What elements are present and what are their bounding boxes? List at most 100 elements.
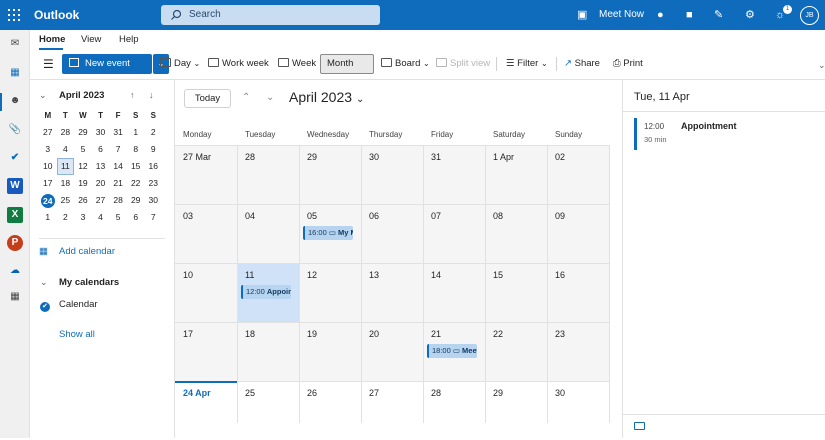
calendar-day-cell[interactable]: 26 [299,382,361,440]
powerpoint-icon[interactable]: P [7,235,23,251]
mini-calendar-day[interactable]: 25 [57,192,75,209]
calendar-day-cell[interactable]: 23 [547,323,609,381]
calendar-day-cell[interactable]: 27 [361,382,423,440]
mini-calendar-day[interactable]: 7 [109,141,127,158]
add-calendar-icon[interactable]: ▦ [39,246,48,257]
meet-now-icon[interactable]: ▣ [577,9,587,21]
word-icon[interactable]: W [7,178,23,194]
my-calendars-chevron-icon[interactable]: ⌄ [40,277,48,288]
ribbon-scroll-chevron-icon[interactable]: ⌄ [818,60,825,74]
calendar-day-cell[interactable]: 22 [485,323,547,381]
tab-help[interactable]: Help [119,34,139,45]
calendar-day-cell[interactable]: 16 [547,264,609,322]
mini-calendar-day[interactable]: 27 [39,124,57,141]
calendar-day-cell[interactable]: 15 [485,264,547,322]
board-button[interactable]: Board ⌄ [381,54,430,74]
share-button[interactable]: ↗ Share [564,54,600,74]
mini-calendar-day[interactable]: 15 [127,158,145,175]
avatar[interactable]: JB [800,6,819,25]
excel-icon[interactable]: X [7,207,23,223]
mini-calendar-day[interactable]: 28 [109,192,127,209]
day-view-button[interactable]: Day ⌄ [160,54,200,74]
mini-calendar-day[interactable]: 12 [74,158,92,175]
mini-calendar-day[interactable]: 30 [144,192,162,209]
calendar-day-cell[interactable]: 12 [299,264,361,322]
calendar-day-cell[interactable]: 17 [175,323,237,381]
onedrive-icon[interactable]: ☁ [7,263,23,279]
calendar-day-cell[interactable]: 19 [299,323,361,381]
mini-calendar-day[interactable]: 1 [39,209,57,226]
mini-calendar-day[interactable]: 3 [39,141,57,158]
show-all-link[interactable]: Show all [59,329,95,340]
calendar-event[interactable]: 12:00 Appoint [241,285,291,299]
calendar-day-cell[interactable]: 10 [175,264,237,322]
mini-calendar-day[interactable]: 29 [127,192,145,209]
prev-month-arrow-icon[interactable]: ⌃ [242,92,250,103]
mini-calendar-day[interactable]: 4 [92,209,110,226]
app-launcher-icon[interactable] [8,9,20,21]
add-calendar-link[interactable]: Add calendar [59,246,115,257]
teams-icon[interactable]: ■ [686,9,693,21]
new-event-button[interactable]: New event [62,54,152,74]
calendar-event[interactable]: 18:00 ▭ Meet [427,344,477,358]
calendar-day-cell[interactable]: 28 [423,382,485,440]
event-duration[interactable]: 30 min [644,135,667,144]
mini-calendar-day[interactable]: 28 [57,124,75,141]
calendar-day-cell[interactable]: 04 [237,205,299,263]
mini-calendar-day[interactable]: 17 [39,175,57,192]
mini-calendar-day[interactable]: 27 [92,192,110,209]
calendar-day-cell[interactable]: 13 [361,264,423,322]
mini-calendar-day[interactable]: 21 [109,175,127,192]
more-apps-icon[interactable]: ▦ [7,289,23,305]
calendar-day-cell[interactable]: 06 [361,205,423,263]
calendar-checked-icon[interactable]: ✔ [40,299,50,312]
search-box[interactable]: Search [161,5,380,25]
mini-calendar-day[interactable]: 5 [74,141,92,158]
mini-calendar-day[interactable]: 1 [127,124,145,141]
mini-calendar-day[interactable]: 2 [144,124,162,141]
mini-calendar-day[interactable]: 6 [127,209,145,226]
print-button[interactable]: ⎙ Print [613,54,643,74]
month-button[interactable]: Month [320,54,374,74]
calendar-day-cell[interactable]: 08 [485,205,547,263]
mini-calendar-title[interactable]: April 2023 [59,90,104,101]
mini-calendar-collapse-chevron-icon[interactable]: ⌄ [39,90,47,101]
calendar-day-cell[interactable]: 21 18:00 ▭ Meet [423,323,485,381]
calendar-footer-icon[interactable] [634,422,645,430]
settings-gear-icon[interactable]: ⚙ [745,9,755,21]
mini-calendar-day[interactable]: 14 [109,158,127,175]
mail-icon[interactable]: ✉ [7,36,23,52]
todo-check-icon[interactable]: ✔ [7,150,23,166]
calendar-day-cell[interactable]: 30 [361,146,423,204]
mini-calendar-day[interactable]: 29 [74,124,92,141]
mini-calendar-day[interactable]: 8 [127,141,145,158]
mini-calendar-day[interactable]: 16 [144,158,162,175]
calendar-day-cell[interactable]: 29 [299,146,361,204]
calendar-event[interactable]: 16:00 ▭ My M [303,226,353,240]
mini-calendar-day[interactable]: 23 [144,175,162,192]
mini-calendar-day[interactable]: 11 [56,158,75,175]
tab-home[interactable]: Home [39,34,65,45]
mini-calendar-day[interactable]: 7 [144,209,162,226]
tab-view[interactable]: View [81,34,101,45]
today-button[interactable]: Today [184,89,231,108]
attachment-icon[interactable]: 📎 [7,122,23,138]
filter-button[interactable]: ☰ Filter ⌄ [506,54,548,74]
mini-calendar-day[interactable]: 20 [92,175,110,192]
calendar-day-cell[interactable]: 03 [175,205,237,263]
calendar-day-cell[interactable]: 11 12:00 Appoint [237,264,299,322]
my-day-icon[interactable]: ✎ [714,9,723,21]
mini-calendar-day[interactable]: 3 [74,209,92,226]
calendar-day-cell[interactable]: 05 16:00 ▭ My M [299,205,361,263]
calendar-day-cell[interactable]: 14 [423,264,485,322]
app-name[interactable]: Outlook [34,8,79,22]
calendar-item[interactable]: Calendar [59,299,98,310]
calendar-day-cell[interactable]: 02 [547,146,609,204]
event-time[interactable]: 12:00 [644,122,664,131]
mini-calendar-day[interactable]: 30 [92,124,110,141]
mini-calendar-day[interactable]: 5 [109,209,127,226]
calendar-day-cell[interactable]: 18 [237,323,299,381]
calendar-day-cell[interactable]: 07 [423,205,485,263]
calendar-day-cell[interactable]: 24 Apr [175,382,237,440]
calendar-scrollbar[interactable] [609,145,623,423]
